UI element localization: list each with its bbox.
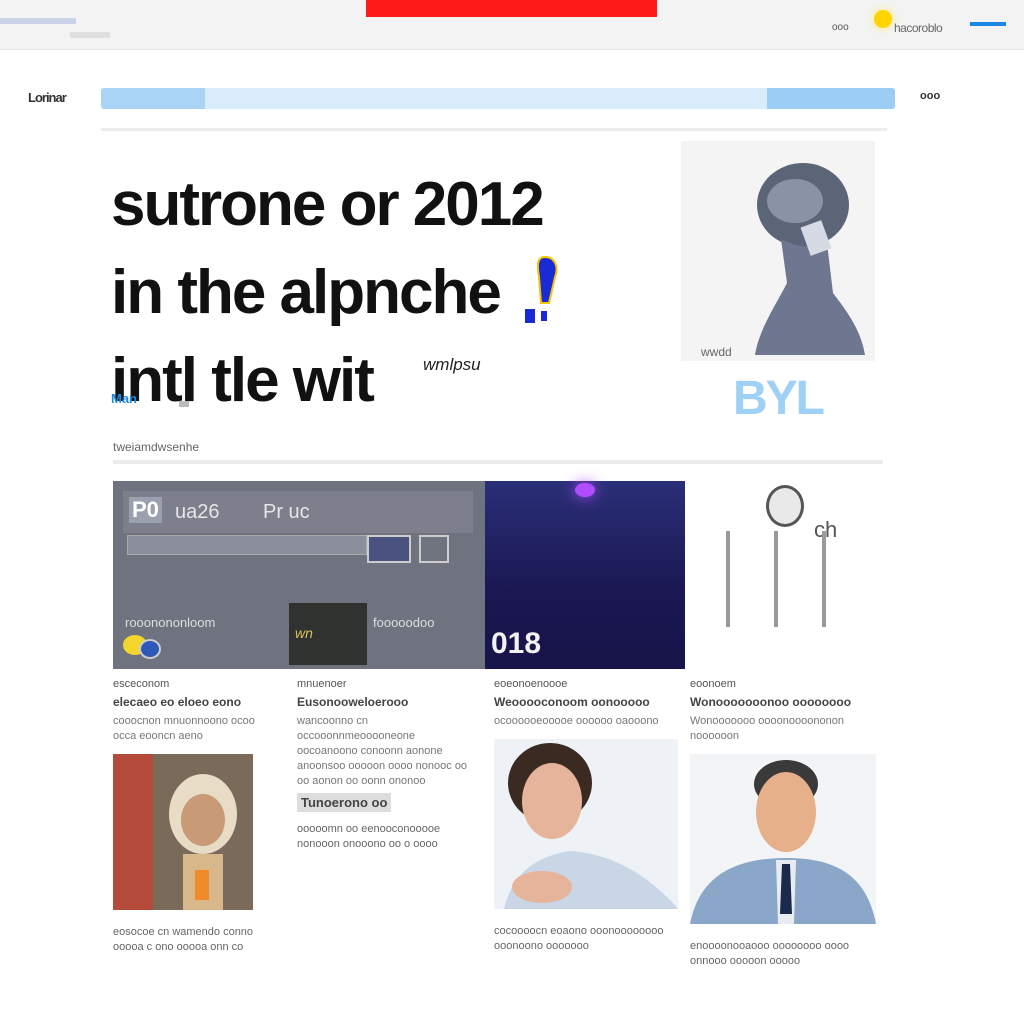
hero-brand[interactable]: BYL	[733, 371, 825, 426]
card-meta: esceconom	[113, 678, 170, 690]
scoreboard-bar	[127, 535, 367, 555]
bust-portrait	[755, 163, 865, 355]
tab-placeholder[interactable]	[0, 18, 76, 24]
hero-tag-mark	[179, 401, 189, 407]
headline-line-3: intl tle wit	[111, 346, 375, 415]
card-title[interactable]: Eusonooweloerooo	[297, 694, 477, 710]
card-meta: eoonoem	[690, 678, 736, 690]
card-title[interactable]: elecaeo eo eloeo eono	[113, 694, 273, 710]
card-body: ocoooooeooooe oooooo oaooono	[494, 715, 659, 727]
card-caption: eosocoe cn wamendo conno ooooa c ono ooo…	[113, 926, 254, 953]
article-card[interactable]: eoonoem Wonooooooonoo oooooooo Wonoooooo…	[690, 678, 878, 969]
card-meta: eoeonoenoooe	[494, 678, 568, 690]
search-input[interactable]	[207, 90, 767, 107]
hero-caption: wwdd	[701, 345, 732, 359]
infographic-column	[726, 531, 730, 627]
hero-byline: wmlpsu	[423, 355, 481, 374]
card-caption: ooooomn oo eenooconooooe nonooon onooono…	[297, 823, 441, 850]
infographic-circle-icon	[766, 485, 804, 527]
card-caption: cocoooocn eoaono ooonoooooooo ooonoono o…	[494, 925, 664, 952]
blue-ball-icon	[139, 639, 161, 659]
scoreboard-score: P0	[129, 497, 162, 523]
thumbnail-text: wn	[295, 625, 313, 641]
card-photo[interactable]	[494, 739, 678, 909]
hero-headline[interactable]: sutrone or 2012 in the alpnche intl tle …	[111, 161, 671, 425]
top-right-label[interactable]: hacoroblo	[894, 21, 943, 35]
hero-tag[interactable]: Man	[111, 391, 137, 406]
card-body: Wonooooooo oooonoooononon noooooon	[690, 715, 844, 742]
card-title[interactable]: Weooooconoom oonooooo	[494, 694, 678, 710]
article-card[interactable]: esceconom elecaeo eo eloeo eono cooocnon…	[113, 678, 273, 955]
scoreboard-sub-right: fooooodoo	[373, 615, 435, 630]
card-caption: enoooonooaooo oooooooo oooo onnooo ooooo…	[690, 940, 850, 967]
headline-line-1: sutrone or 2012	[111, 170, 545, 239]
article-card[interactable]: mnuenoer Eusonooweloerooo wancoonno cn o…	[297, 678, 477, 852]
infographic-column	[822, 531, 826, 627]
scoreboard-thumbnail[interactable]: wn	[289, 603, 367, 665]
card-body: cooocnon mnuonnoono ocoo occa eooncn aen…	[113, 715, 255, 742]
stage-light-icon	[575, 483, 595, 497]
card-meta: mnuenoer	[297, 678, 347, 690]
scoreboard-button[interactable]	[367, 535, 411, 563]
card-photo[interactable]	[113, 754, 253, 910]
site-logo[interactable]: Lorinar	[28, 90, 67, 105]
scoreboard-label: Pr uc	[263, 501, 310, 523]
infographic-column	[774, 531, 778, 627]
lightbulb-icon[interactable]	[874, 10, 892, 28]
card-photo[interactable]	[690, 754, 876, 924]
stage-number: 018	[491, 627, 542, 660]
card-title[interactable]: Wonooooooonoo oooooooo	[690, 694, 878, 710]
site-nav: Lorinar ooo	[0, 80, 1024, 116]
card-highlight[interactable]: Tunoerono oo	[297, 793, 392, 812]
section-divider	[113, 460, 883, 464]
top-bar: ooo hacoroblo	[0, 0, 1024, 50]
url-placeholder	[70, 32, 110, 38]
top-small-label: ooo	[832, 22, 849, 33]
section-label: tweiamdwsenhe	[113, 440, 200, 454]
map-pin-icon	[525, 255, 558, 323]
headline-line-2: in the alpnche	[111, 258, 502, 327]
account-link[interactable]	[970, 22, 1006, 26]
search-scope-button[interactable]	[101, 88, 205, 109]
scoreboard-sub-left: rooonononloom	[125, 615, 216, 630]
search-submit-button[interactable]	[767, 88, 895, 109]
feature-card-infographic[interactable]: ch	[690, 481, 880, 669]
hero-section: sutrone or 2012 in the alpnche intl tle …	[101, 128, 887, 446]
scoreboard-score-secondary: ua26	[175, 501, 220, 523]
menu-button[interactable]: ooo	[920, 90, 940, 102]
active-tab[interactable]	[366, 0, 657, 17]
feature-card-stage[interactable]: 018	[485, 481, 685, 669]
article-card[interactable]: eoeonoenoooe Weooooconoom oonooooo ocooo…	[494, 678, 678, 954]
feature-card-scoreboard[interactable]: P0 ua26 Pr uc rooonononloom wn fooooodoo	[113, 481, 485, 669]
scoreboard-button-2[interactable]	[419, 535, 449, 563]
card-body: wancoonno cn occooonnmeooooneone oocoano…	[297, 715, 468, 787]
search-bar[interactable]	[101, 88, 895, 109]
